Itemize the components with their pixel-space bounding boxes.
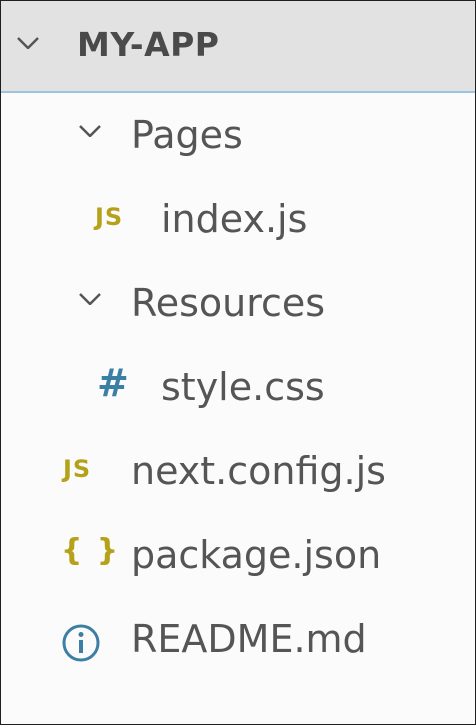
folder-header-my-app[interactable]: MY-APP bbox=[1, 1, 475, 93]
tree-folder-resources[interactable]: Resources bbox=[1, 265, 475, 345]
chevron-down-icon[interactable] bbox=[79, 125, 101, 137]
tree-folder-pages[interactable]: Pages bbox=[1, 97, 475, 177]
file-explorer-panel: MY-APP Pages JS index.js Resources # sty… bbox=[0, 0, 476, 725]
chevron-down-icon[interactable] bbox=[17, 37, 39, 49]
folder-title: MY-APP bbox=[77, 25, 220, 64]
css-file-icon: # bbox=[97, 361, 129, 405]
tree-item-label: style.css bbox=[161, 365, 325, 409]
json-file-icon: { } bbox=[61, 533, 121, 568]
tree-file-next-config-js[interactable]: JS next.config.js bbox=[1, 433, 475, 513]
info-icon bbox=[62, 624, 100, 662]
tree-item-label: next.config.js bbox=[131, 449, 386, 493]
tree-file-readme-md[interactable]: README.md bbox=[1, 601, 475, 681]
tree-item-label: README.md bbox=[131, 617, 367, 661]
js-file-icon: JS bbox=[95, 203, 124, 231]
tree-item-label: Resources bbox=[131, 281, 326, 325]
tree-file-package-json[interactable]: { } package.json bbox=[1, 517, 475, 597]
js-file-icon: JS bbox=[63, 455, 92, 483]
tree-item-label: index.js bbox=[161, 197, 308, 241]
tree-file-index-js[interactable]: JS index.js bbox=[1, 181, 475, 261]
chevron-down-icon[interactable] bbox=[79, 293, 101, 305]
tree-item-label: package.json bbox=[131, 533, 382, 577]
tree-item-label: Pages bbox=[131, 113, 243, 157]
tree-file-style-css[interactable]: # style.css bbox=[1, 349, 475, 429]
